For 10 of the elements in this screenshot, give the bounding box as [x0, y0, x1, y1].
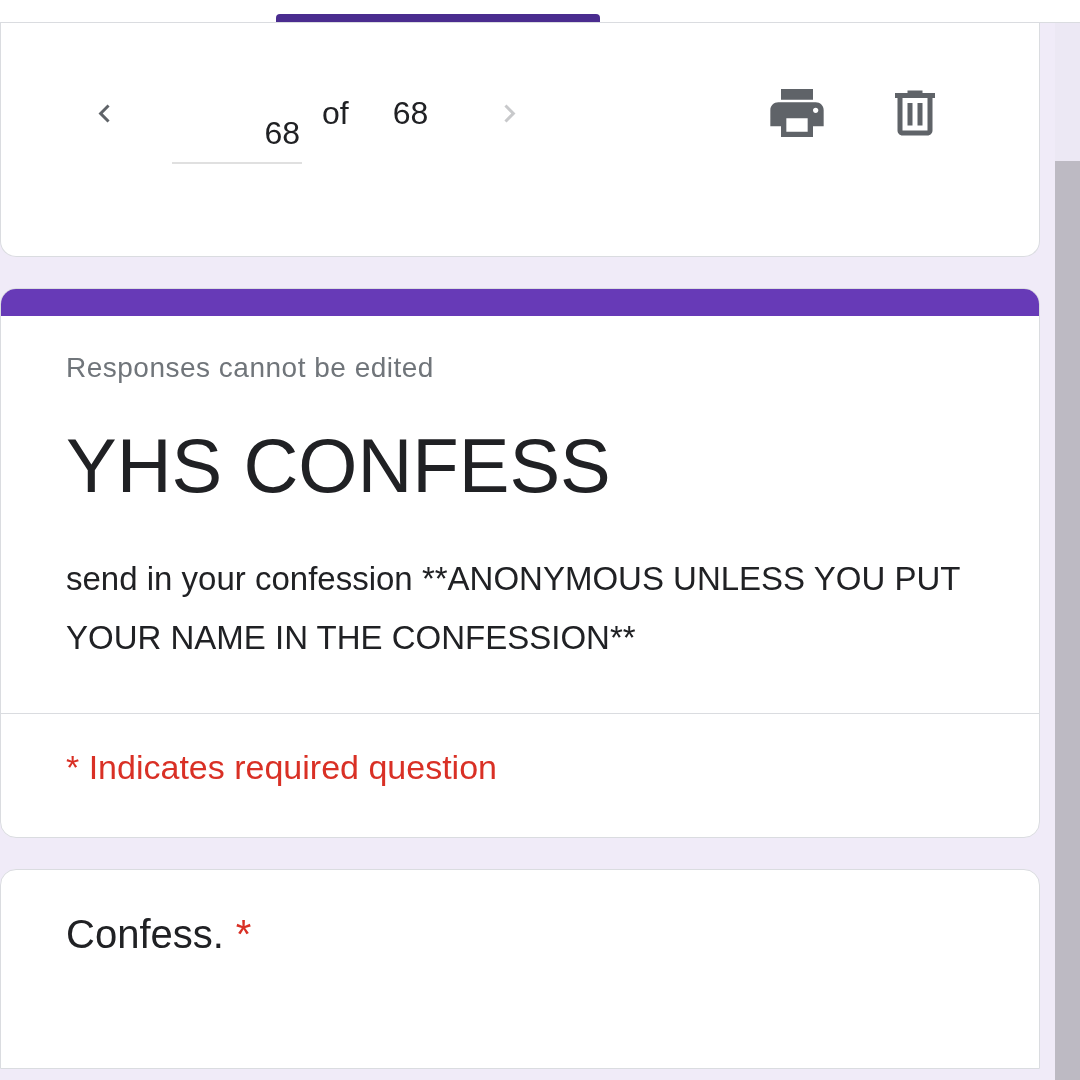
of-label: of	[322, 94, 349, 132]
form-description: send in your confession **ANONYMOUS UNLESS YOU PUT YOUR NAME IN THE CONFESSION**	[66, 559, 961, 658]
scrollbar[interactable]	[1055, 161, 1080, 1080]
question-title: Confess.	[66, 912, 224, 957]
required-note: * Indicates required question	[65, 747, 498, 788]
notice-text: Responses cannot be edited	[66, 352, 435, 384]
total-count: 68	[392, 94, 429, 132]
chevron-left-icon[interactable]	[97, 102, 112, 124]
required-mark: *	[235, 912, 252, 957]
form-title: YHS CONFESS	[66, 422, 612, 509]
